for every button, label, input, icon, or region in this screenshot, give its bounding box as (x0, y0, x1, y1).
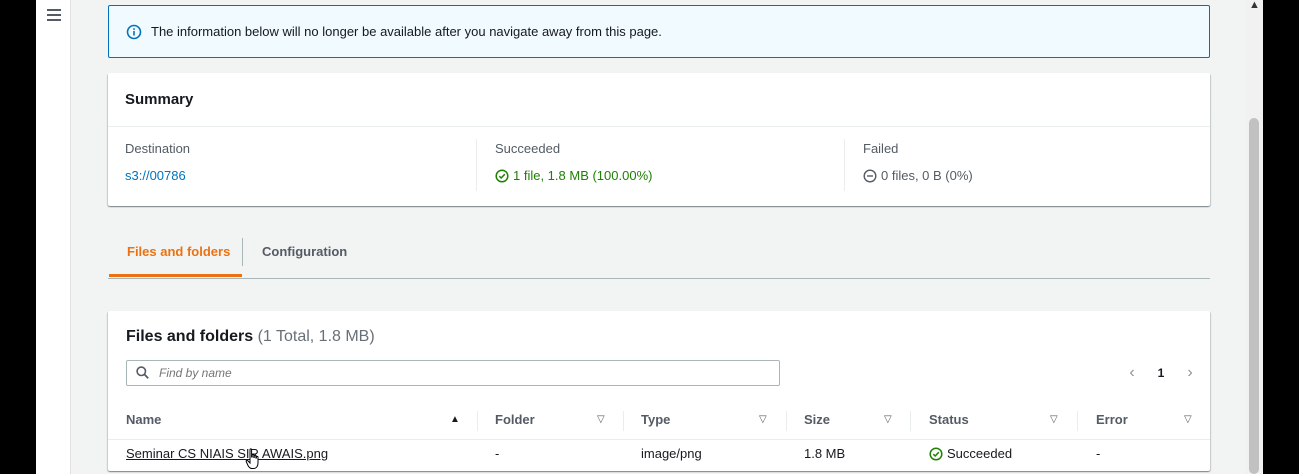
succeeded-label: Succeeded (495, 141, 561, 156)
info-banner: The information below will no longer be … (108, 5, 1210, 58)
column-header-status[interactable]: Status (929, 412, 969, 427)
info-message: The information below will no longer be … (151, 24, 662, 39)
minus-circle-icon (863, 168, 877, 183)
cell-status: Succeeded (929, 446, 1012, 461)
failed-label: Failed (863, 141, 899, 156)
column-divider (910, 411, 911, 431)
summary-header: Summary (108, 73, 1210, 127)
column-divider (786, 411, 787, 431)
column-header-error[interactable]: Error (1096, 412, 1128, 427)
sort-icon[interactable]: ▽ (1184, 414, 1192, 425)
column-header-type[interactable]: Type (641, 412, 670, 427)
files-count: (1 Total, 1.8 MB) (257, 328, 375, 345)
side-navigation (36, 0, 71, 474)
check-circle-icon (929, 446, 943, 461)
current-page[interactable]: 1 (1158, 366, 1165, 380)
info-icon (126, 24, 142, 40)
table-header: Name ▲ Folder ▽ Type ▽ Size ▽ Status ▽ E… (108, 401, 1210, 440)
sort-icon[interactable]: ▽ (1050, 414, 1058, 425)
cell-type: image/png (641, 446, 702, 461)
search-input[interactable] (157, 363, 761, 383)
app-window: The information below will no longer be … (36, 0, 1263, 474)
sort-icon[interactable]: ▽ (597, 414, 605, 425)
scrollbar[interactable]: ▲ (1245, 0, 1263, 474)
failed-value: 0 files, 0 B (0%) (881, 168, 973, 183)
pagination: ‹ 1 › (1126, 364, 1196, 382)
active-tab-indicator (109, 274, 242, 277)
cell-error: - (1096, 446, 1101, 461)
scrollbar-thumb[interactable] (1249, 118, 1259, 474)
main-content: The information below will no longer be … (71, 0, 1245, 474)
search-icon (136, 366, 149, 379)
summary-title: Summary (125, 91, 194, 108)
hand-cursor-icon (245, 448, 259, 469)
cell-folder: - (495, 446, 500, 461)
destination-link[interactable]: s3://00786 (125, 168, 186, 183)
tab-files-and-folders[interactable]: Files and folders (127, 244, 230, 259)
sort-icon[interactable]: ▽ (759, 414, 767, 425)
menu-icon[interactable] (47, 9, 61, 21)
chevron-left-icon[interactable]: ‹ (1126, 364, 1138, 382)
failed-column: Failed 0 files, 0 B (0%) (844, 139, 1213, 191)
destination-column: Destination s3://00786 (125, 139, 475, 191)
summary-panel: Summary Destination s3://00786 Succeeded… (108, 73, 1210, 206)
column-header-size[interactable]: Size (804, 412, 830, 427)
sort-icon[interactable]: ▽ (884, 414, 892, 425)
tab-divider (242, 238, 243, 266)
cell-size: 1.8 MB (804, 446, 846, 461)
column-divider (1077, 411, 1078, 431)
tab-bar: Files and folders Configuration (108, 234, 1210, 279)
column-header-name[interactable]: Name (126, 412, 161, 427)
column-header-folder[interactable]: Folder (495, 412, 535, 427)
files-panel: Files and folders (1 Total, 1.8 MB) ‹ 1 … (108, 311, 1210, 471)
table-row: Seminar CS NIAIS SIR AWAIS.png - image/p… (108, 440, 1210, 470)
scroll-up-icon[interactable]: ▲ (1249, 0, 1260, 11)
succeeded-column: Succeeded 1 file, 1.8 MB (100.00%) (476, 139, 862, 191)
column-divider (477, 411, 478, 431)
search-box[interactable] (126, 360, 780, 386)
sort-ascending-icon[interactable]: ▲ (450, 414, 460, 425)
succeeded-value: 1 file, 1.8 MB (100.00%) (513, 168, 653, 183)
status-text: Succeeded (947, 446, 1013, 461)
files-title-text: Files and folders (126, 328, 254, 345)
check-circle-icon (495, 168, 509, 183)
file-name-link[interactable]: Seminar CS NIAIS SIR AWAIS.png (126, 446, 328, 461)
tab-configuration[interactable]: Configuration (262, 244, 347, 259)
destination-label: Destination (125, 141, 191, 156)
chevron-right-icon[interactable]: › (1184, 364, 1196, 382)
files-panel-title: Files and folders (1 Total, 1.8 MB) (126, 328, 375, 346)
column-divider (623, 411, 624, 431)
